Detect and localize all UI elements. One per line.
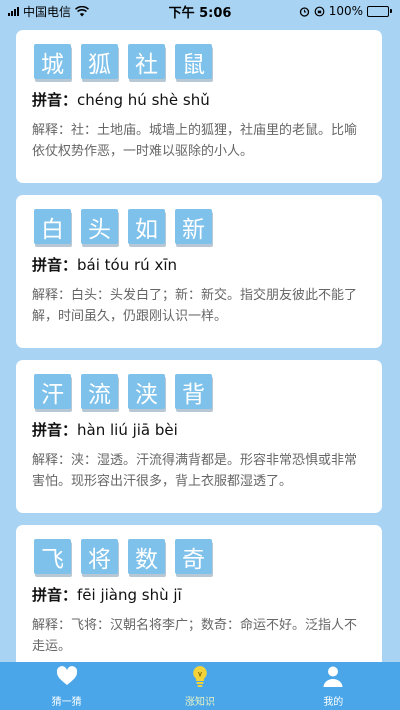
heart-icon xyxy=(55,664,79,693)
idiom-explanation: 解释：飞将：汉朝名将李广；数奇：命运不好。泛指人不走运。 xyxy=(32,618,358,654)
tab-label: 涨知识 xyxy=(184,697,215,708)
idiom-char-tile: 如 xyxy=(128,209,165,244)
battery-icon xyxy=(367,5,392,17)
pinyin-row: 拼音：bái tóu rú xīn xyxy=(32,254,366,275)
idiom-characters: 白头如新 xyxy=(32,209,366,244)
idiom-card[interactable]: 飞将数奇拼音：fēi jiàng shù jī 解释：飞将：汉朝名将李广；数奇：命… xyxy=(16,525,382,662)
idiom-char-tile: 汗 xyxy=(34,374,71,409)
idiom-characters: 城狐社鼠 xyxy=(32,44,366,79)
alarm-icon xyxy=(299,6,309,17)
idiom-list[interactable]: 城狐社鼠拼音：chéng hú shè shǔ 解释：社：土地庙。城墙上的狐狸，社… xyxy=(16,30,382,662)
idiom-explanation: 解释：浃：湿透。汗流得满背都是。形容非常恐惧或非常害怕。现形容出汗很多，背上衣服… xyxy=(32,453,358,489)
idiom-char-tile: 将 xyxy=(81,539,118,574)
idiom-characters: 飞将数奇 xyxy=(32,539,366,574)
idiom-explanation: 解释：白头：头发白了；新：新交。指交朋友彼此不能了解，时间虽久，仍跟刚认识一样。 xyxy=(32,288,358,324)
status-left: 中国电信 xyxy=(8,3,90,20)
idiom-char-tile: 鼠 xyxy=(175,44,212,79)
pinyin-label: 拼音： xyxy=(32,586,78,604)
tab-bar: 猜一猜 涨知识 我的 xyxy=(0,662,400,710)
pinyin-label: 拼音： xyxy=(32,256,78,274)
idiom-card[interactable]: 城狐社鼠拼音：chéng hú shè shǔ 解释：社：土地庙。城墙上的狐狸，社… xyxy=(16,30,382,183)
tab-label: 我的 xyxy=(323,697,344,708)
signal-icon xyxy=(8,6,19,16)
pinyin-text: hàn liú jiā bèi xyxy=(77,421,178,439)
idiom-char-tile: 流 xyxy=(81,374,118,409)
tab-mine[interactable]: 我的 xyxy=(283,664,383,708)
idiom-char-tile: 社 xyxy=(128,44,165,79)
idiom-card[interactable]: 汗流浃背拼音：hàn liú jiā bèi 解释：浃：湿透。汗流得满背都是。形容… xyxy=(16,360,382,513)
idiom-char-tile: 白 xyxy=(34,209,71,244)
wifi-icon xyxy=(75,5,90,16)
idiom-char-tile: 飞 xyxy=(34,539,71,574)
pinyin-text: fēi jiàng shù jī xyxy=(77,586,182,604)
carrier-label: 中国电信 xyxy=(23,4,72,19)
battery-percent: 100% xyxy=(328,4,363,18)
status-bar: 中国电信 下午 5:06 100% xyxy=(0,0,400,22)
idiom-char-tile: 新 xyxy=(175,209,212,244)
idiom-char-tile: 浃 xyxy=(128,374,165,409)
pinyin-label: 拼音： xyxy=(32,91,78,109)
idiom-char-tile: 背 xyxy=(175,374,212,409)
pinyin-text: chéng hú shè shǔ xyxy=(77,91,210,109)
pinyin-row: 拼音：chéng hú shè shǔ xyxy=(32,89,366,110)
lightbulb-icon xyxy=(188,664,212,693)
status-right: 100% xyxy=(299,4,392,18)
idiom-char-tile: 狐 xyxy=(81,44,118,79)
pinyin-label: 拼音： xyxy=(32,421,78,439)
tab-label: 猜一猜 xyxy=(51,697,82,708)
idiom-char-tile: 城 xyxy=(34,44,71,79)
idiom-char-tile: 头 xyxy=(81,209,118,244)
person-icon xyxy=(321,664,345,693)
tab-guess[interactable]: 猜一猜 xyxy=(17,664,117,708)
idiom-card[interactable]: 白头如新拼音：bái tóu rú xīn 解释：白头：头发白了；新：新交。指交朋… xyxy=(16,195,382,348)
pinyin-row: 拼音：fēi jiàng shù jī xyxy=(32,584,366,605)
idiom-char-tile: 数 xyxy=(128,539,165,574)
pinyin-text: bái tóu rú xīn xyxy=(77,256,177,274)
idiom-characters: 汗流浃背 xyxy=(32,374,366,409)
orientation-lock-icon xyxy=(314,6,325,16)
pinyin-row: 拼音：hàn liú jiā bèi xyxy=(32,419,366,440)
idiom-explanation: 解释：社：土地庙。城墙上的狐狸，社庙里的老鼠。比喻依仗权势作恶，一时难以驱除的小… xyxy=(32,123,358,159)
idiom-char-tile: 奇 xyxy=(175,539,212,574)
tab-knowledge[interactable]: 涨知识 xyxy=(150,664,250,708)
